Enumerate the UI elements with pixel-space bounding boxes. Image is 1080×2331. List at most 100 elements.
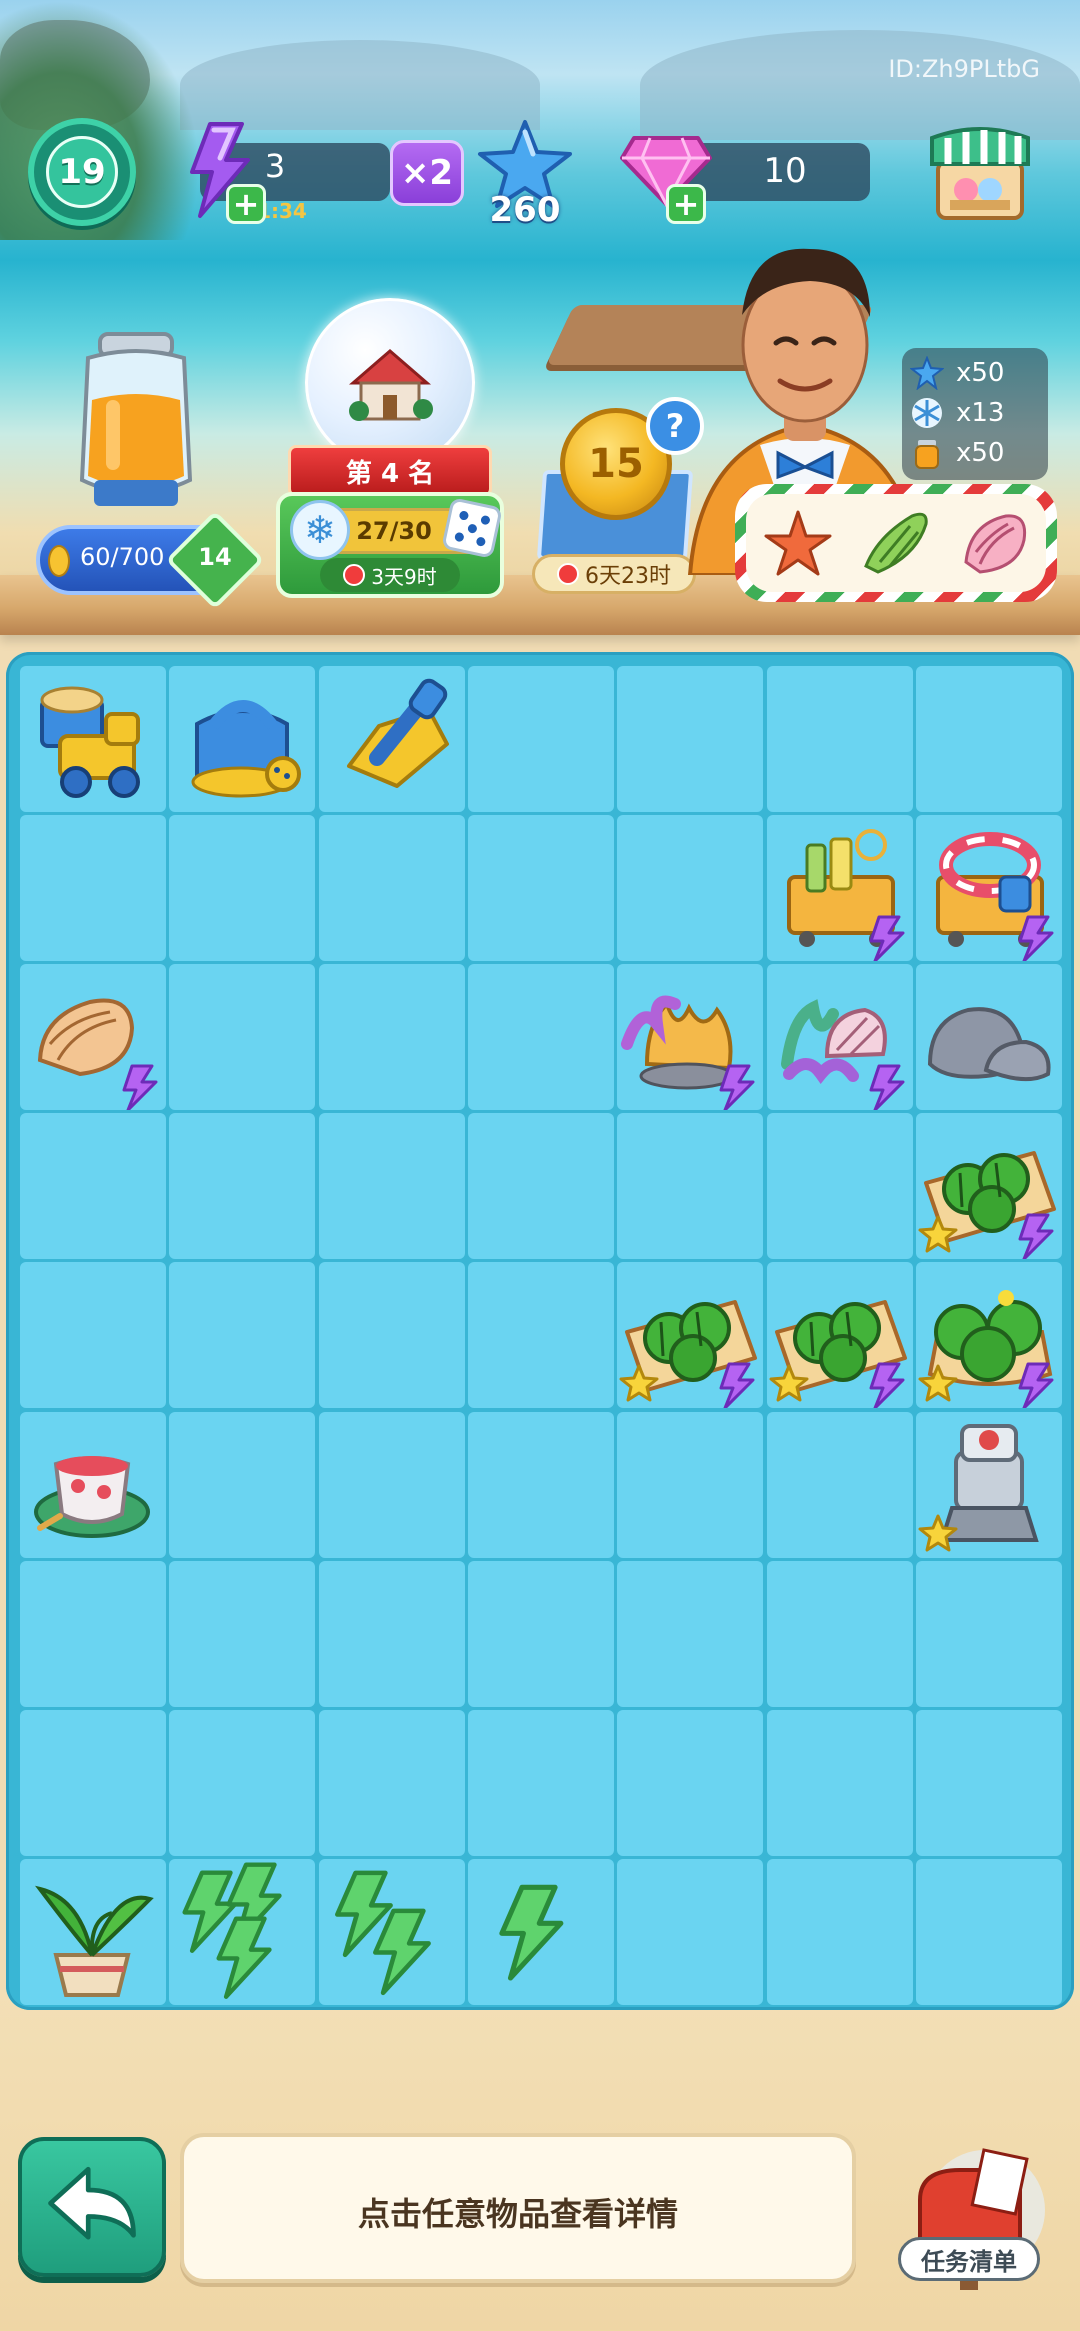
coral-reef-icon	[621, 995, 755, 1112]
melon-basket-icon	[918, 1290, 1054, 1410]
board-cell[interactable]	[766, 1560, 913, 1707]
energy-pair-item[interactable]	[319, 1859, 465, 2005]
melon-crate-item[interactable]	[767, 1262, 913, 1410]
energy-stack-icon	[182, 1862, 282, 1999]
board-cell[interactable]	[20, 1262, 166, 1409]
sand-truck-item[interactable]	[20, 666, 166, 812]
snowflake-icon: ❄	[290, 500, 350, 560]
sand-shovel-item[interactable]	[319, 666, 465, 812]
order-reward-panel: x50 x13 x50	[902, 348, 1048, 480]
board-cell[interactable]	[318, 1560, 465, 1707]
melon-crate-icon	[769, 1300, 907, 1410]
board-cell[interactable]	[169, 815, 316, 962]
watering-can-item[interactable]	[169, 666, 315, 812]
task-list-button[interactable]: 任务清单	[898, 2237, 1040, 2281]
board-cell[interactable]	[467, 1262, 614, 1409]
melon-crate-icon	[918, 1151, 1056, 1261]
board-cell[interactable]	[467, 1113, 614, 1260]
board-cell[interactable]	[915, 1858, 1062, 2005]
energy-multiplier-button[interactable]: ×2	[390, 140, 464, 206]
coral-reef-item[interactable]	[617, 964, 763, 1112]
board-cell[interactable]	[318, 1113, 465, 1260]
juicer-machine-item[interactable]	[916, 1412, 1062, 1558]
board-cell[interactable]	[467, 666, 614, 812]
board-cell[interactable]	[169, 1262, 316, 1409]
snowflake-icon	[912, 398, 942, 428]
reward-amount: x13	[956, 398, 1005, 428]
board-cell[interactable]	[617, 1113, 764, 1260]
juice-cup-item[interactable]	[20, 1412, 166, 1558]
reward-row: x50	[910, 354, 1044, 392]
conch-shell-icon	[37, 998, 158, 1112]
board-cell[interactable]	[617, 815, 764, 962]
distant-mountain	[180, 40, 540, 130]
board-cell[interactable]	[169, 1113, 316, 1260]
clock-icon	[343, 564, 366, 586]
board-cell[interactable]	[318, 1262, 465, 1409]
board-cell[interactable]	[915, 666, 1062, 812]
melon-basket-item[interactable]	[916, 1262, 1062, 1410]
reward-row: x13	[910, 394, 1044, 432]
order-items	[746, 494, 1046, 592]
board-cell[interactable]	[915, 1709, 1062, 1856]
coral-shells-item[interactable]	[767, 964, 913, 1112]
board-cell[interactable]	[467, 1709, 614, 1856]
board-cell[interactable]	[467, 815, 614, 962]
mailbox-icon[interactable]	[890, 2140, 1060, 2310]
board-cell[interactable]	[318, 1411, 465, 1558]
board-cell[interactable]	[766, 666, 913, 812]
energy-single-item[interactable]	[468, 1859, 614, 2005]
star-counter[interactable]: 260	[475, 118, 575, 230]
board-cell[interactable]	[169, 964, 316, 1111]
board-cell[interactable]	[915, 1560, 1062, 1707]
melon-crate-item[interactable]	[916, 1113, 1062, 1261]
board-cell[interactable]	[617, 1858, 764, 2005]
beach-cart-item[interactable]	[767, 815, 913, 963]
board-cell[interactable]	[617, 1411, 764, 1558]
dice-icon	[441, 497, 503, 559]
gem-value: 10	[763, 151, 807, 191]
potted-plant-item[interactable]	[20, 1859, 166, 2005]
player-level-badge[interactable]: 19	[28, 118, 136, 226]
grey-rocks-item[interactable]	[916, 964, 1062, 1110]
event-rank-ribbon: 第 4 名	[288, 445, 492, 497]
board-cell[interactable]	[169, 1709, 316, 1856]
event-timer-text: 3天9时	[371, 564, 437, 589]
board-cell[interactable]	[617, 1560, 764, 1707]
board-cell[interactable]	[169, 1411, 316, 1558]
board-cell[interactable]	[169, 1560, 316, 1707]
add-energy-button[interactable]: +	[226, 184, 266, 224]
board-cell[interactable]	[20, 1113, 166, 1260]
item-info-box[interactable]: 点击任意物品查看详情	[180, 2133, 856, 2283]
coral-shells-icon	[780, 999, 904, 1112]
clock-icon	[557, 563, 579, 585]
juice-jar-icon[interactable]	[66, 330, 206, 510]
board-cell[interactable]	[318, 1709, 465, 1856]
board-cell[interactable]	[467, 1411, 614, 1558]
board-cell[interactable]	[766, 1411, 913, 1558]
melon-crate-item[interactable]	[617, 1262, 763, 1410]
board-cell[interactable]	[766, 1709, 913, 1856]
energy-pair-icon	[334, 1870, 431, 1995]
board-cell[interactable]	[318, 964, 465, 1111]
board-cell[interactable]	[20, 1709, 166, 1856]
board-cell[interactable]	[20, 1560, 166, 1707]
board-cell[interactable]	[766, 1858, 913, 2005]
board-cell[interactable]	[467, 1560, 614, 1707]
back-arrow-icon	[48, 2166, 136, 2240]
energy-stack-item[interactable]	[169, 1859, 315, 2005]
board-cell[interactable]	[617, 1709, 764, 1856]
board-cell[interactable]	[318, 815, 465, 962]
board-cell[interactable]	[467, 964, 614, 1111]
board-cell[interactable]	[766, 1113, 913, 1260]
back-button[interactable]	[18, 2137, 166, 2277]
float-cart-item[interactable]	[916, 815, 1062, 963]
reward-row: x50	[910, 434, 1044, 472]
shop-stall-icon[interactable]	[928, 118, 1032, 226]
house-icon	[348, 349, 433, 421]
star-value: 260	[489, 190, 561, 230]
board-cell[interactable]	[617, 666, 764, 812]
beach-cart-icon	[786, 829, 904, 963]
board-cell[interactable]	[20, 815, 166, 962]
conch-shell-item[interactable]	[20, 964, 166, 1112]
